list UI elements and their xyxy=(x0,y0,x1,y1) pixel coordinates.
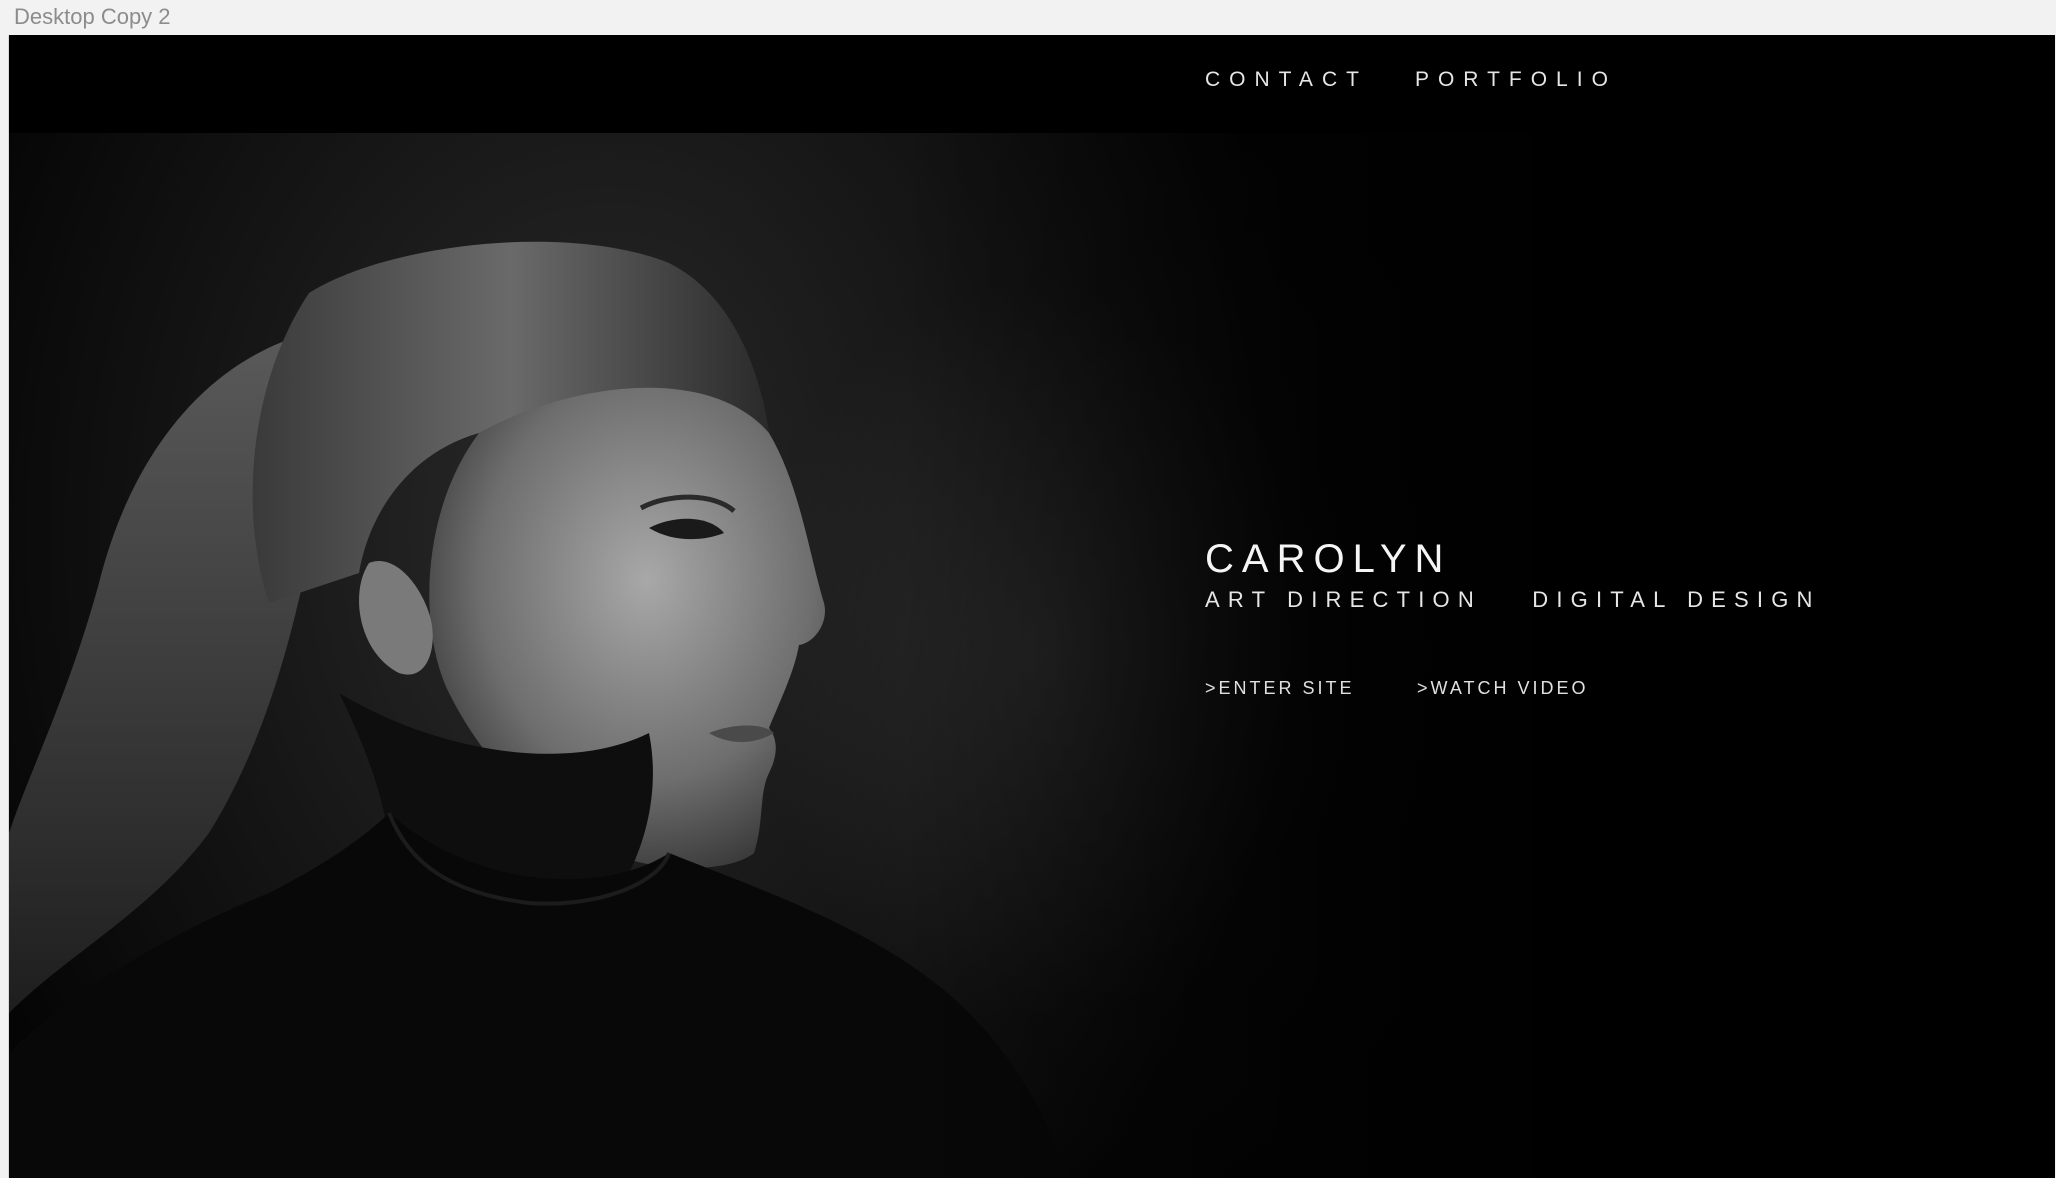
artboard-title: Desktop Copy 2 xyxy=(14,4,171,29)
hero-actions: >ENTER SITE >WATCH VIDEO xyxy=(1205,677,1589,699)
enter-site-link[interactable]: >ENTER SITE xyxy=(1205,677,1355,699)
artboard: CONTACT PORTFOLIO CAROLYN ART DIRECTION … xyxy=(8,35,2055,1178)
hero-tagline: ART DIRECTION DIGITAL DESIGN xyxy=(1205,585,1821,615)
tag-art-direction: ART DIRECTION xyxy=(1205,587,1482,612)
nav-portfolio-link[interactable]: PORTFOLIO xyxy=(1415,67,1617,93)
nav-contact-link[interactable]: CONTACT xyxy=(1205,67,1368,93)
watch-video-link[interactable]: >WATCH VIDEO xyxy=(1417,677,1589,699)
hero-name: CAROLYN xyxy=(1205,537,1452,581)
portrait-photo xyxy=(9,133,1629,1178)
hero-text: CAROLYN ART DIRECTION DIGITAL DESIGN xyxy=(1205,535,1821,615)
photo-shadow-overlay xyxy=(9,133,1629,1178)
tag-digital-design: DIGITAL DESIGN xyxy=(1532,587,1821,612)
top-nav: CONTACT PORTFOLIO xyxy=(1205,67,1617,93)
